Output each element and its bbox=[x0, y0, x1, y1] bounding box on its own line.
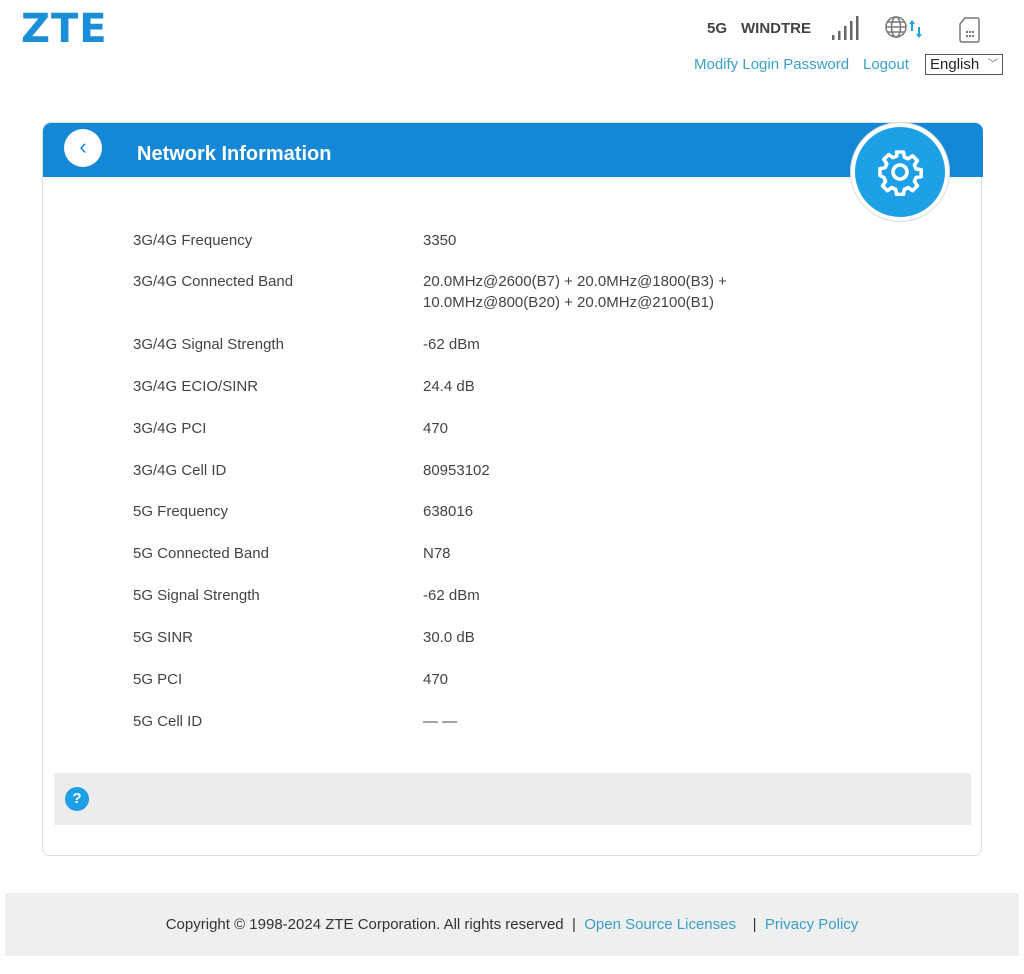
open-source-licenses-link[interactable]: Open Source Licenses bbox=[584, 916, 736, 933]
info-row: 5G SINR 30.0 dB bbox=[133, 627, 475, 648]
info-label: 3G/4G PCI bbox=[133, 420, 207, 437]
info-row: 3G/4G Frequency 3350 bbox=[133, 230, 456, 251]
info-row: 3G/4G PCI 470 bbox=[133, 418, 448, 439]
help-bar: ? bbox=[54, 773, 971, 825]
info-label: 5G Connected Band bbox=[133, 545, 269, 562]
settings-gear-icon bbox=[851, 123, 949, 221]
info-label: 5G Signal Strength bbox=[133, 587, 260, 604]
separator: | bbox=[752, 916, 757, 933]
chevron-left-icon: ‹ bbox=[79, 134, 87, 159]
info-row: 5G Frequency 638016 bbox=[133, 501, 473, 522]
info-value: — — bbox=[423, 713, 458, 730]
info-value: -62 dBm bbox=[423, 587, 480, 604]
copyright-text: Copyright © 1998-2024 ZTE Corporation. A… bbox=[165, 916, 564, 933]
separator: | bbox=[571, 916, 576, 933]
chevron-down-icon: ﹀ bbox=[988, 59, 998, 70]
logout-link[interactable]: Logout bbox=[863, 56, 909, 73]
info-label: 5G PCI bbox=[133, 671, 183, 688]
info-row: 3G/4G ECIO/SINR 24.4 dB bbox=[133, 376, 475, 397]
info-value: 30.0 dB bbox=[423, 629, 475, 646]
info-value: 638016 bbox=[423, 503, 474, 520]
info-row: 5G Cell ID — — bbox=[133, 711, 457, 732]
info-row: 5G PCI 470 bbox=[133, 669, 448, 690]
info-value: 80953102 bbox=[423, 462, 490, 479]
info-row: 5G Connected Band N78 bbox=[133, 543, 451, 564]
info-value: 20.0MHz@2600(B7) + 20.0MHz@1800(B3) + 10… bbox=[423, 273, 727, 311]
info-value: 470 bbox=[423, 671, 449, 688]
info-value: N78 bbox=[423, 545, 451, 562]
language-value: English bbox=[930, 56, 980, 73]
network-type: 5G bbox=[707, 20, 728, 37]
internet-globe-icon bbox=[885, 16, 922, 38]
info-value: -62 dBm bbox=[423, 336, 480, 353]
back-button[interactable]: ‹ bbox=[64, 129, 102, 167]
page-title: Network Information bbox=[137, 143, 332, 165]
modify-login-password-link[interactable]: Modify Login Password bbox=[694, 56, 849, 73]
info-row: 3G/4G Connected Band 20.0MHz@2600(B7) + 2… bbox=[133, 271, 727, 311]
operator-name: WINDTRE bbox=[741, 20, 811, 37]
help-icon[interactable]: ? bbox=[65, 787, 89, 811]
info-value: 470 bbox=[423, 420, 449, 437]
info-label: 5G Frequency bbox=[133, 503, 229, 520]
info-label: 3G/4G Cell ID bbox=[133, 462, 227, 479]
network-info-card: ‹ Network Information 3G/4G Frequency 335… bbox=[42, 122, 983, 856]
info-label: 3G/4G Signal Strength bbox=[133, 336, 284, 353]
info-value: 3350 bbox=[423, 232, 457, 249]
info-row: 5G Signal Strength -62 dBm bbox=[133, 585, 480, 606]
info-row: 3G/4G Signal Strength -62 dBm bbox=[133, 334, 480, 355]
zte-logo: ZTE bbox=[21, 6, 108, 52]
card-header: ‹ Network Information bbox=[43, 123, 983, 177]
signal-icon bbox=[832, 16, 859, 40]
language-select[interactable]: English ﹀ bbox=[925, 54, 1003, 75]
info-value: 24.4 dB bbox=[423, 378, 475, 395]
privacy-policy-link[interactable]: Privacy Policy bbox=[765, 916, 858, 933]
info-label: 5G SINR bbox=[133, 629, 194, 646]
info-label: 3G/4G Frequency bbox=[133, 232, 253, 249]
info-label: 3G/4G ECIO/SINR bbox=[133, 378, 259, 395]
info-row: 3G/4G Cell ID 80953102 bbox=[133, 460, 490, 481]
info-label: 3G/4G Connected Band bbox=[133, 273, 294, 290]
footer: Copyright © 1998-2024 ZTE Corporation. A… bbox=[5, 893, 1019, 956]
sim-card-icon bbox=[959, 17, 980, 43]
info-label: 5G Cell ID bbox=[133, 713, 203, 730]
